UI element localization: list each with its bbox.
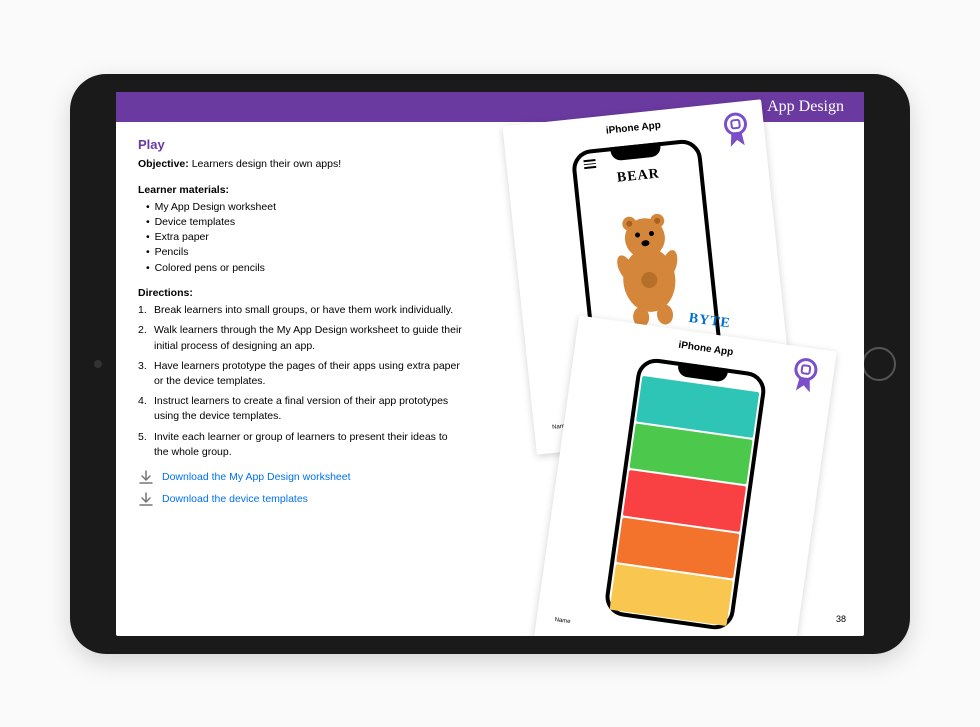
list-item: My App Design worksheet: [138, 200, 465, 215]
front-camera: [94, 360, 102, 368]
bear-app-label: BEAR: [616, 166, 660, 186]
ribbon-icon: [720, 110, 752, 154]
list-item: Have learners prototype the pages of the…: [138, 359, 465, 389]
play-heading: Play: [138, 136, 465, 155]
materials-list: My App Design worksheet Device templates…: [138, 200, 465, 276]
color-stripes: [608, 374, 762, 627]
phone-mockup: [603, 356, 768, 632]
list-item: Extra paper: [138, 230, 465, 245]
worksheet-byte: iPhone App BYTE: [533, 315, 836, 635]
instructions-column: Play Objective: Learners design their ow…: [116, 122, 475, 636]
list-item: Invite each learner or group of learners…: [138, 430, 465, 460]
objective-text: Learners design their own apps!: [189, 158, 341, 170]
phone-notch: [610, 142, 661, 161]
download-row-1[interactable]: Download the My App Design worksheet: [138, 470, 465, 486]
page-content: Play Objective: Learners design their ow…: [116, 122, 864, 636]
list-item: Device templates: [138, 215, 465, 230]
directions-list: Break learners into small groups, or hav…: [138, 303, 465, 460]
download-link-worksheet[interactable]: Download the My App Design worksheet: [162, 470, 351, 485]
page-number: 38: [836, 614, 846, 624]
ribbon-icon: [788, 355, 821, 399]
list-item: Break learners into small groups, or hav…: [138, 303, 465, 318]
bear-illustration: [602, 204, 694, 332]
download-icon: [138, 492, 154, 508]
ipad-screen: App Design Play Objective: Learners desi…: [116, 92, 864, 636]
phone-notch: [677, 361, 728, 382]
home-button[interactable]: [862, 347, 896, 381]
page-title: App Design: [767, 98, 844, 116]
list-item: Walk learners through the My App Design …: [138, 323, 465, 353]
download-link-templates[interactable]: Download the device templates: [162, 492, 308, 507]
ipad-frame: App Design Play Objective: Learners desi…: [70, 74, 910, 654]
materials-label: Learner materials:: [138, 183, 465, 198]
download-icon: [138, 470, 154, 486]
download-row-2[interactable]: Download the device templates: [138, 492, 465, 508]
directions-label: Directions:: [138, 286, 465, 301]
list-item: Instruct learners to create a final vers…: [138, 394, 465, 424]
list-item: Colored pens or pencils: [138, 261, 465, 276]
worksheet-column: iPhone App BEAR: [475, 122, 864, 636]
worksheet-name-field: Name: [554, 617, 571, 625]
list-item: Pencils: [138, 245, 465, 260]
hamburger-icon: [583, 158, 596, 170]
worksheet-title: iPhone App: [678, 339, 734, 358]
objective-label: Objective:: [138, 158, 189, 170]
worksheet-title: iPhone App: [605, 119, 661, 136]
objective-line: Objective: Learners design their own app…: [138, 157, 465, 172]
